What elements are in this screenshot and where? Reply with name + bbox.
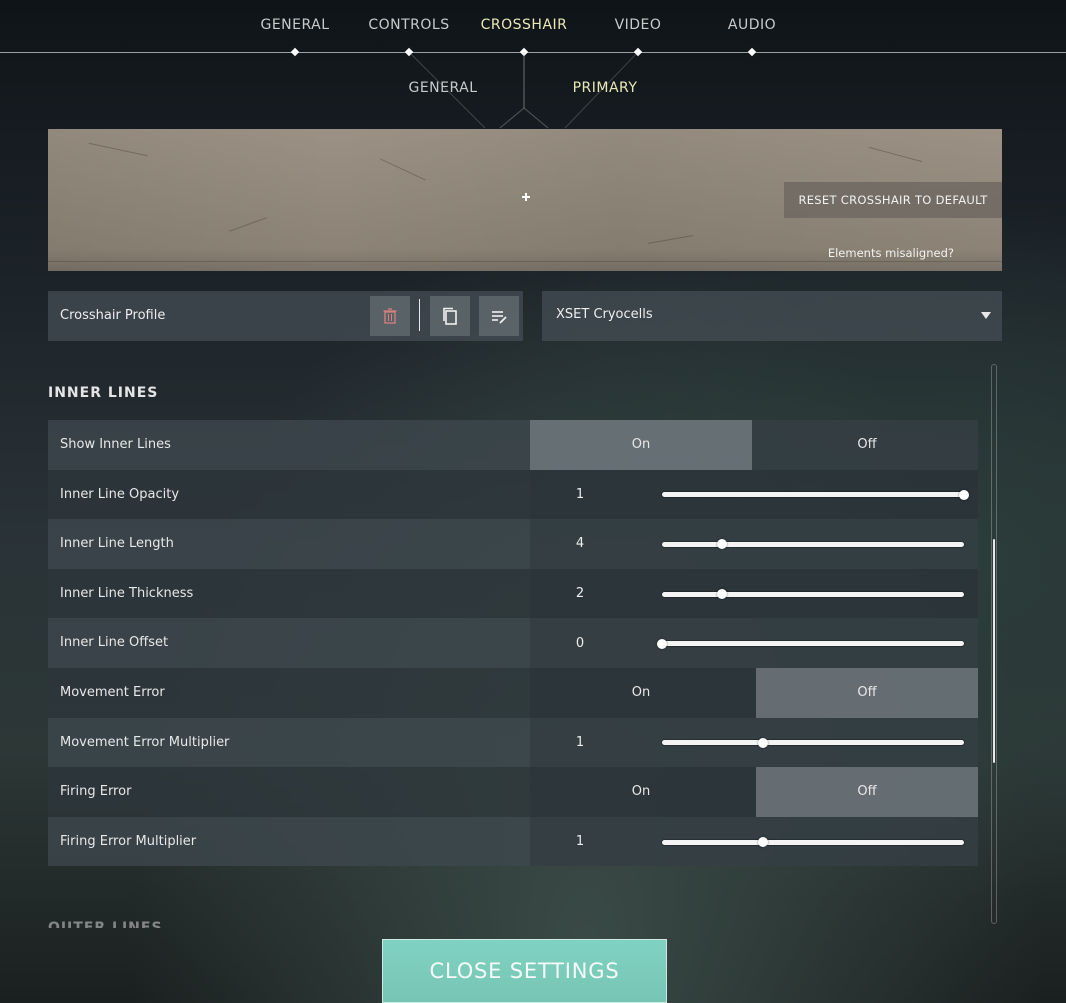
subnav-connector-lines [408, 51, 639, 129]
setting-label: Inner Line Thickness [60, 585, 194, 601]
profile-selected-value: XSET Cryocells [556, 307, 653, 322]
setting-label: Firing Error [60, 784, 132, 800]
slider-track[interactable] [662, 539, 964, 550]
delete-profile-button[interactable] [370, 296, 410, 336]
setting-inner-line-opacity: Inner Line Opacity 1 [48, 469, 978, 520]
settings-list: Show Inner Lines On Off Inner Line Opaci… [48, 420, 978, 867]
wall-texture [48, 261, 1002, 262]
wall-texture [88, 142, 148, 157]
elements-misaligned-link[interactable]: Elements misaligned? [828, 246, 954, 260]
slider-track[interactable] [657, 638, 964, 649]
toggle-on-button[interactable]: On [530, 420, 752, 470]
setting-movement-error-multiplier: Movement Error Multiplier 1 [48, 717, 978, 768]
crosshair-preview: RESET CROSSHAIR TO DEFAULT Elements misa… [48, 129, 1002, 271]
setting-value: 1 [575, 834, 585, 850]
wall-texture [648, 235, 693, 244]
toggle-on-button[interactable]: On [530, 668, 752, 718]
next-section-title: OUTER LINES [48, 920, 163, 928]
setting-label: Movement Error Multiplier [60, 734, 230, 750]
chevron-down-icon [981, 312, 991, 319]
slider-track[interactable] [662, 837, 964, 848]
setting-inner-line-offset: Inner Line Offset 0 [48, 618, 978, 668]
wall-texture [229, 217, 267, 232]
setting-show-inner-lines: Show Inner Lines On Off [48, 420, 978, 470]
trash-icon [383, 308, 397, 324]
setting-movement-error: Movement Error On Off [48, 667, 978, 718]
wall-texture [868, 146, 923, 163]
slider-thumb[interactable] [959, 489, 969, 500]
slider-thumb[interactable] [657, 638, 667, 649]
toggle-off-button[interactable]: Off [756, 667, 978, 718]
profile-label: Crosshair Profile [60, 308, 166, 323]
slider-track[interactable] [662, 737, 964, 748]
setting-label: Movement Error [60, 684, 165, 700]
rename-profile-button[interactable] [479, 296, 519, 336]
subtab-primary[interactable]: PRIMARY [573, 80, 638, 96]
reset-crosshair-button[interactable]: RESET CROSSHAIR TO DEFAULT [784, 182, 1002, 218]
setting-inner-line-thickness: Inner Line Thickness 2 [48, 568, 978, 619]
setting-value: 1 [575, 734, 585, 750]
setting-value: 0 [575, 635, 585, 651]
section-title: INNER LINES [48, 385, 159, 401]
copy-profile-button[interactable] [430, 296, 470, 336]
toggle-off-button[interactable]: Off [756, 420, 978, 470]
divider [419, 299, 420, 331]
crosshair-icon [522, 193, 530, 201]
setting-label: Firing Error Multiplier [60, 833, 197, 849]
toggle-off-button[interactable]: Off [756, 767, 978, 817]
slider-track[interactable] [662, 589, 964, 600]
toggle-on-button[interactable]: On [530, 767, 752, 817]
setting-value: 4 [575, 536, 585, 552]
crosshair-profile-row: Crosshair Profile XSET Cryocells [48, 291, 1002, 341]
wall-texture [380, 158, 426, 181]
slider-thumb[interactable] [757, 737, 768, 748]
profile-label-box: Crosshair Profile [48, 291, 523, 341]
scrollbar-thumb[interactable] [993, 539, 995, 763]
setting-firing-error: Firing Error On Off [48, 767, 978, 817]
rename-icon [492, 311, 507, 324]
subtab-general[interactable]: GENERAL [408, 80, 477, 96]
setting-label: Inner Line Offset [60, 635, 169, 651]
setting-label: Inner Line Opacity [60, 486, 180, 502]
setting-value: 1 [575, 486, 585, 502]
setting-inner-line-length: Inner Line Length 4 [48, 519, 978, 569]
close-settings-button[interactable]: CLOSE SETTINGS [382, 939, 667, 1003]
slider-thumb[interactable] [757, 837, 768, 848]
setting-firing-error-multiplier: Firing Error Multiplier 1 [48, 816, 978, 867]
slider-track[interactable] [662, 489, 969, 500]
setting-label: Show Inner Lines [60, 437, 171, 452]
profile-dropdown[interactable]: XSET Cryocells [542, 291, 1002, 341]
copy-icon [443, 307, 457, 325]
setting-value: 2 [575, 586, 585, 602]
settings-scrollbar[interactable] [991, 364, 997, 924]
setting-label: Inner Line Length [60, 536, 174, 552]
